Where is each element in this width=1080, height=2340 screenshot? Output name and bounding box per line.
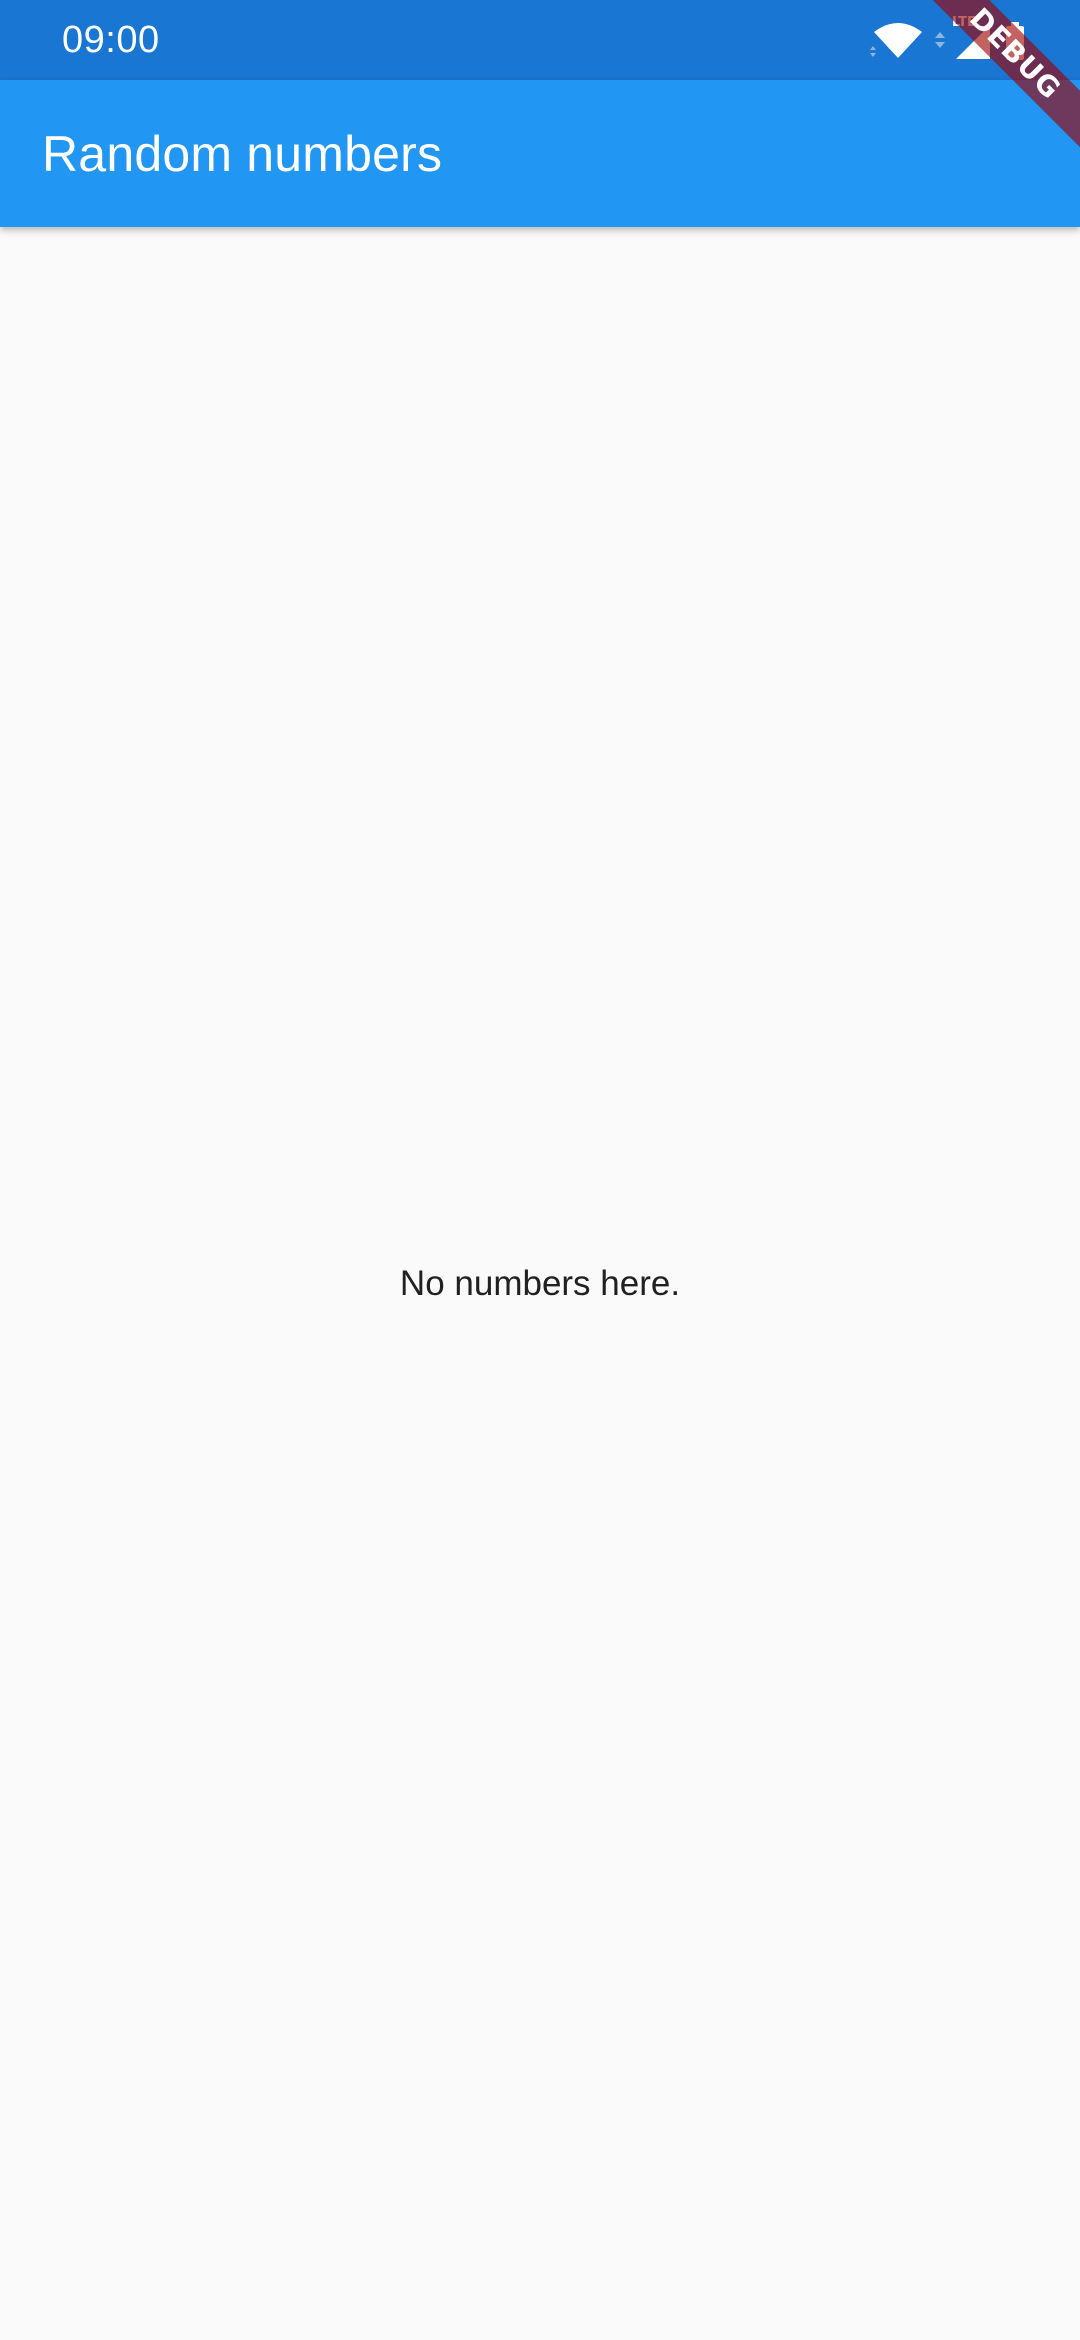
app-screen: 09:00 LTE Random numbers No numbers here…: [0, 0, 1080, 2340]
cell-signal-icon: LTE: [952, 15, 992, 61]
status-icons: LTE: [868, 15, 1026, 64]
status-time: 09:00: [62, 19, 160, 61]
app-bar: Random numbers: [0, 80, 1080, 227]
main-content: No numbers here.: [0, 227, 1080, 2340]
page-title: Random numbers: [42, 126, 443, 182]
empty-state-message: No numbers here.: [399, 1264, 681, 1303]
battery-icon: [1004, 21, 1026, 61]
data-activity-icon: [934, 26, 946, 56]
network-type-label: LTE: [952, 15, 976, 30]
wifi-icon: [868, 20, 928, 62]
status-bar: 09:00 LTE: [0, 0, 1080, 80]
